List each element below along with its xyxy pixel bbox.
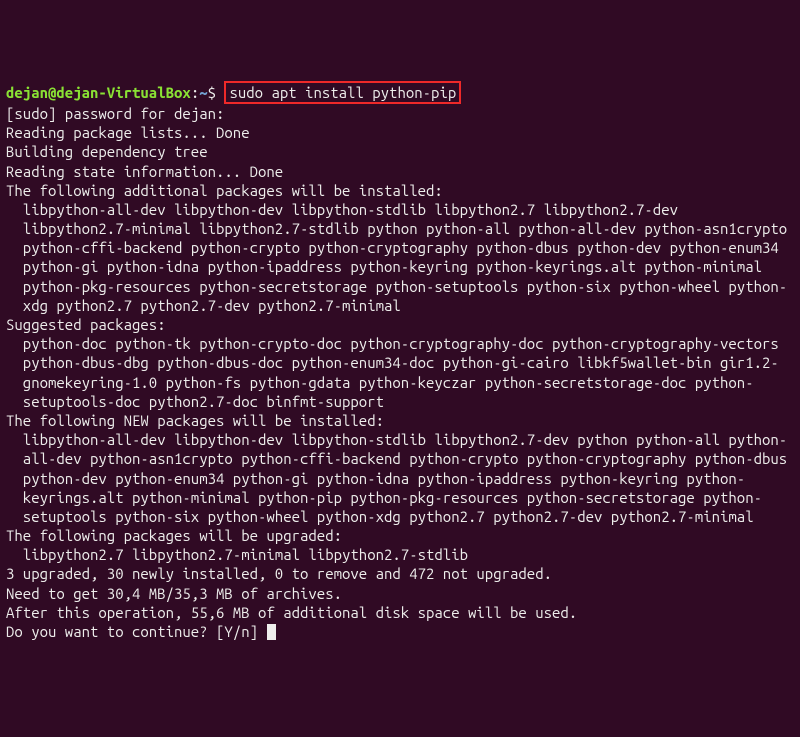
prompt-dollar: $	[208, 84, 225, 101]
reading-state-line: Reading state information... Done	[6, 162, 794, 181]
terminal-output[interactable]: dejan@dejan-VirtualBox:~$ sudo apt insta…	[6, 81, 794, 641]
sudo-password-line: [sudo] password for dejan:	[6, 104, 794, 123]
reading-lists-line: Reading package lists... Done	[6, 123, 794, 142]
continue-prompt-text: Do you want to continue? [Y/n]	[6, 623, 266, 640]
cursor-block	[267, 624, 276, 640]
summary-line: 3 upgraded, 30 newly installed, 0 to rem…	[6, 564, 794, 583]
upgrade-packages-list: libpython2.7 libpython2.7-minimal libpyt…	[6, 545, 794, 564]
additional-packages-list: libpython-all-dev libpython-dev libpytho…	[6, 200, 794, 315]
upgrade-header-line: The following packages will be upgraded:	[6, 526, 794, 545]
prompt-user-host: dejan@dejan-VirtualBox	[6, 84, 191, 101]
continue-prompt-line[interactable]: Do you want to continue? [Y/n]	[6, 622, 794, 641]
new-header-line: The following NEW packages will be insta…	[6, 411, 794, 430]
suggested-header-line: Suggested packages:	[6, 315, 794, 334]
prompt-path: ~	[199, 84, 207, 101]
new-packages-list: libpython-all-dev libpython-dev libpytho…	[6, 430, 794, 526]
additional-header-line: The following additional packages will b…	[6, 181, 794, 200]
command-highlight-box: sudo apt install python-pip	[224, 81, 461, 104]
prompt-line: dejan@dejan-VirtualBox:~$ sudo apt insta…	[6, 81, 794, 104]
suggested-packages-list: python-doc python-tk python-crypto-doc p…	[6, 334, 794, 411]
command-text: sudo apt install python-pip	[229, 84, 456, 101]
prompt-separator: :	[191, 84, 199, 101]
building-tree-line: Building dependency tree	[6, 142, 794, 161]
after-operation-line: After this operation, 55,6 MB of additio…	[6, 603, 794, 622]
need-get-line: Need to get 30,4 MB/35,3 MB of archives.	[6, 584, 794, 603]
